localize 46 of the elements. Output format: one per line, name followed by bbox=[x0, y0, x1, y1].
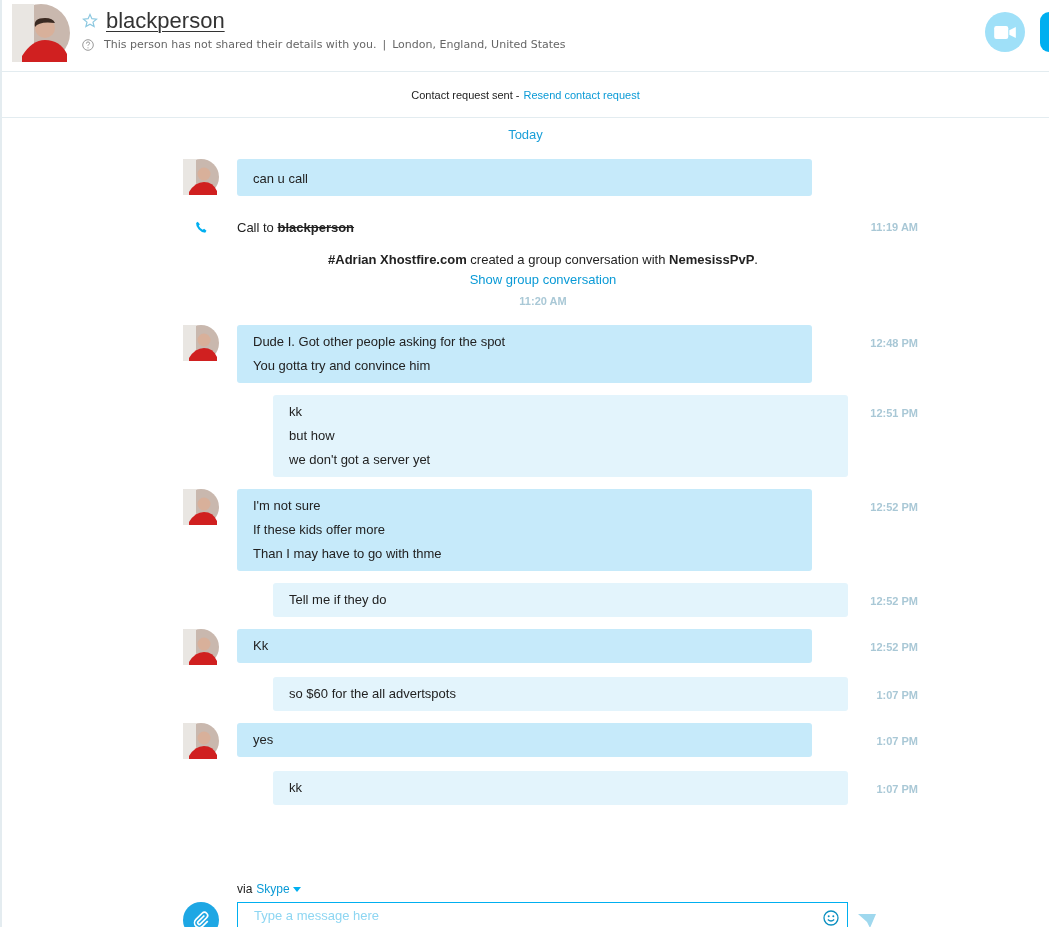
timestamp: 12:51 PM bbox=[869, 406, 918, 419]
star-icon[interactable] bbox=[82, 13, 98, 29]
message-bubble: kk bbox=[273, 771, 848, 805]
help-icon[interactable] bbox=[82, 38, 94, 51]
timestamp: 1:07 PM bbox=[875, 688, 918, 701]
message-bubble: so $60 for the all advertspots bbox=[273, 677, 848, 711]
timestamp: 1:07 PM bbox=[875, 734, 918, 747]
call-text: Call to blackperson bbox=[237, 219, 355, 235]
caret-icon bbox=[292, 886, 301, 892]
message-bubble: I'm not sure If these kids offer more Than I may have to go with thme bbox=[237, 489, 812, 571]
message-bubble: Dude I. Got other people asking for the spot You gotta try and convince him bbox=[237, 325, 812, 383]
message-bubble: yes bbox=[237, 723, 812, 757]
video-camera-icon bbox=[994, 25, 1016, 39]
service-dropdown[interactable]: Skype bbox=[256, 882, 301, 896]
group-conversation-link[interactable]: Show group conversation bbox=[469, 272, 617, 287]
avatar[interactable] bbox=[183, 159, 219, 195]
location-text: London, England, United States bbox=[392, 38, 566, 51]
avatar[interactable] bbox=[183, 489, 219, 525]
message-bubble: can u call bbox=[237, 159, 812, 196]
message-bubble: Kk bbox=[237, 629, 812, 663]
date-divider: Today bbox=[508, 127, 543, 142]
event-text: #Adrian Xhostfire.com created a group conversation with NemesissPvP. bbox=[328, 252, 758, 267]
timestamp: 11:19 AM bbox=[869, 221, 918, 233]
message-bubble: kk but how we don't got a server yet bbox=[273, 395, 848, 477]
call-button[interactable] bbox=[1040, 12, 1049, 52]
paperclip-icon bbox=[192, 911, 210, 927]
avatar[interactable] bbox=[183, 723, 219, 759]
timestamp: 11:20 AM bbox=[519, 295, 567, 307]
message-bubble: Tell me if they do bbox=[273, 583, 848, 617]
via-label: via bbox=[237, 882, 253, 896]
timestamp: 1:07 PM bbox=[875, 782, 918, 795]
avatar[interactable] bbox=[183, 629, 219, 665]
avatar[interactable] bbox=[183, 325, 219, 361]
resend-link[interactable]: Resend contact request bbox=[523, 88, 640, 101]
emoticon-icon[interactable] bbox=[823, 910, 839, 926]
contact-name[interactable]: blackperson bbox=[106, 8, 225, 34]
phone-icon bbox=[195, 220, 208, 234]
separator: | bbox=[382, 38, 387, 51]
details-text: This person has not shared their details with you. bbox=[104, 38, 377, 51]
avatar bbox=[12, 4, 70, 62]
timestamp: 12:48 PM bbox=[869, 336, 918, 349]
message-input[interactable]: Type a message here bbox=[237, 902, 848, 927]
request-status: Contact request sent - bbox=[411, 88, 520, 101]
timestamp: 12:52 PM bbox=[869, 594, 918, 607]
timestamp: 12:52 PM bbox=[869, 640, 918, 653]
timestamp: 12:52 PM bbox=[869, 500, 918, 513]
